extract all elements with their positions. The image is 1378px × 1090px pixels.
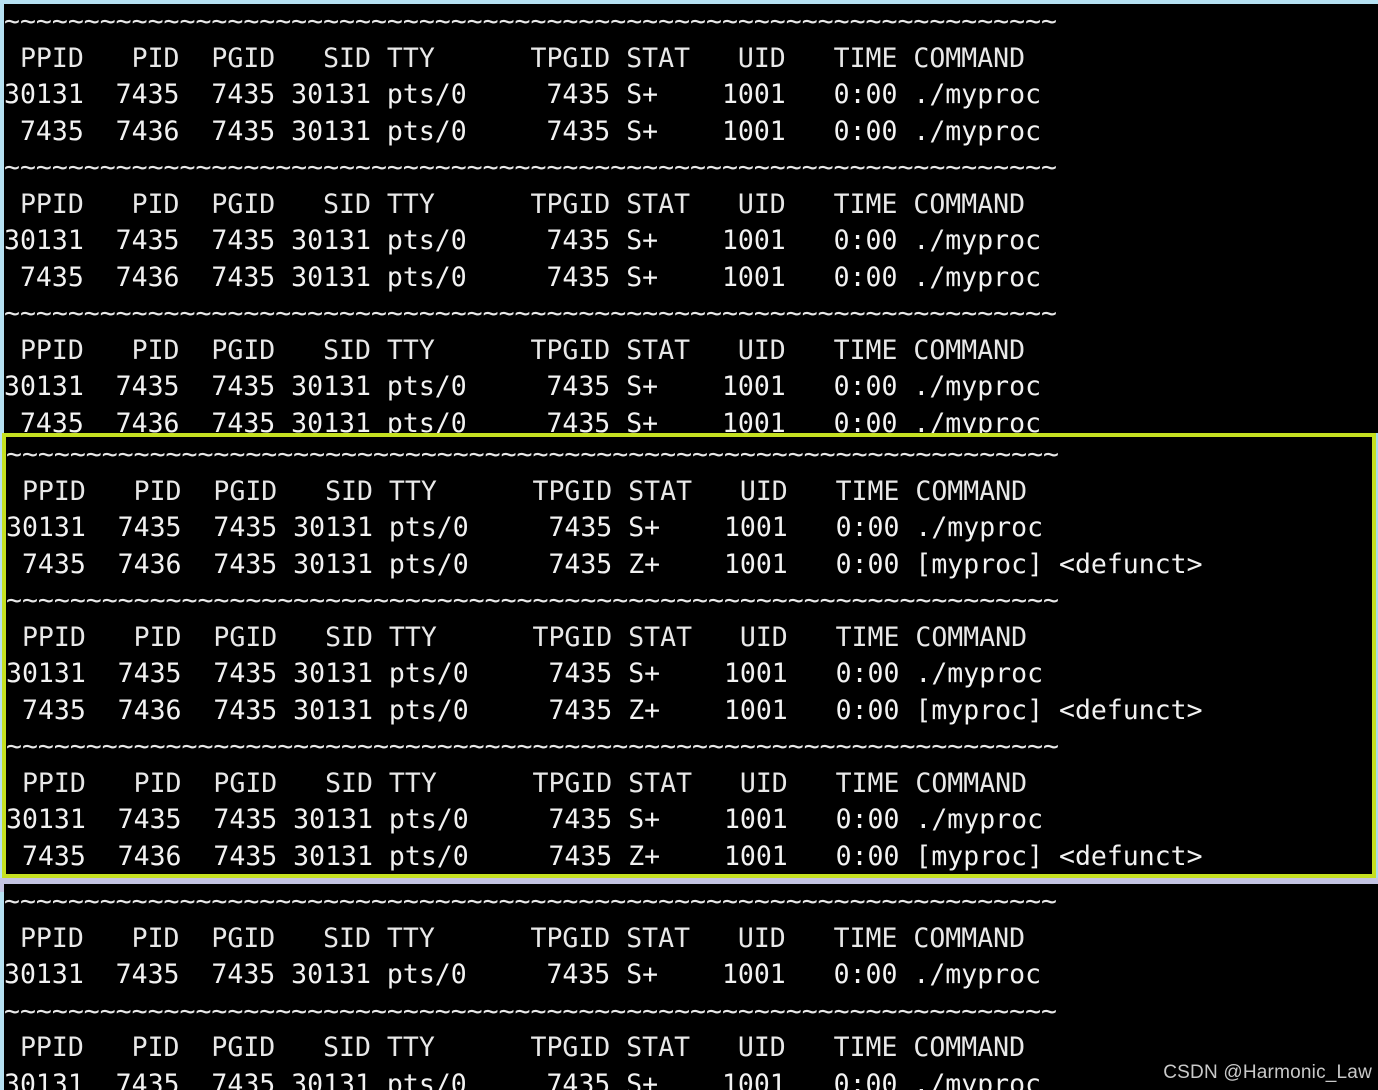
- ps-process-row: 7435 7436 7435 30131 pts/0 7435 Z+ 1001 …: [6, 548, 1203, 580]
- ps-process-row: 30131 7435 7435 30131 pts/0 7435 S+ 1001…: [4, 371, 1042, 402]
- ps-header-line: PPID PID PGID SID TTY TPGID STAT UID TIM…: [4, 922, 1026, 954]
- ps-header-line: PPID PID PGID SID TTY TPGID STAT UID TIM…: [6, 475, 1028, 507]
- separator-line: ~~~~~~~~~~~~~~~~~~~~~~~~~~~~~~~~~~~~~~~~…: [6, 439, 1059, 470]
- ps-header-line: PPID PID PGID SID TTY TPGID STAT UID TIM…: [6, 767, 1028, 799]
- ps-process-row: 30131 7435 7435 30131 pts/0 7435 S+ 1001…: [4, 225, 1042, 256]
- ps-process-row: 7435 7436 7435 30131 pts/0 7435 S+ 1001 …: [4, 407, 1042, 434]
- ps-header-line: PPID PID PGID SID TTY TPGID STAT UID TIM…: [4, 42, 1026, 74]
- ps-process-row: 7435 7436 7435 30131 pts/0 7435 Z+ 1001 …: [6, 694, 1203, 726]
- ps-process-row: 30131 7435 7435 30131 pts/0 7435 S+ 1001…: [4, 79, 1042, 110]
- separator-line: ~~~~~~~~~~~~~~~~~~~~~~~~~~~~~~~~~~~~~~~~…: [4, 298, 1057, 329]
- ps-header-line: PPID PID PGID SID TTY TPGID STAT UID TIM…: [6, 621, 1028, 653]
- terminal-output-region-zombie[interactable]: ~~~~~~~~~~~~~~~~~~~~~~~~~~~~~~~~~~~~~~~~…: [6, 437, 1372, 874]
- ps-process-row: 7435 7436 7435 30131 pts/0 7435 S+ 1001 …: [4, 115, 1042, 147]
- ps-process-row: 7435 7436 7435 30131 pts/0 7435 Z+ 1001 …: [6, 840, 1203, 872]
- screenshot-root: ~~~~~~~~~~~~~~~~~~~~~~~~~~~~~~~~~~~~~~~~…: [0, 0, 1378, 1090]
- csdn-watermark: CSDN @Harmonic_Law: [1163, 1062, 1372, 1083]
- ps-process-row: 30131 7435 7435 30131 pts/0 7435 S+ 1001…: [6, 658, 1044, 689]
- ps-process-row: 7435 7436 7435 30131 pts/0 7435 S+ 1001 …: [4, 261, 1042, 293]
- separator-line: ~~~~~~~~~~~~~~~~~~~~~~~~~~~~~~~~~~~~~~~~…: [4, 995, 1057, 1027]
- separator-line: ~~~~~~~~~~~~~~~~~~~~~~~~~~~~~~~~~~~~~~~~…: [6, 731, 1059, 762]
- ps-process-row: 30131 7435 7435 30131 pts/0 7435 S+ 1001…: [4, 959, 1042, 990]
- ps-header-line: PPID PID PGID SID TTY TPGID STAT UID TIM…: [4, 334, 1026, 366]
- separator-line: ~~~~~~~~~~~~~~~~~~~~~~~~~~~~~~~~~~~~~~~~…: [6, 585, 1059, 616]
- separator-line: ~~~~~~~~~~~~~~~~~~~~~~~~~~~~~~~~~~~~~~~~…: [4, 152, 1057, 183]
- ps-process-row: 30131 7435 7435 30131 pts/0 7435 S+ 1001…: [6, 512, 1044, 543]
- terminal-output-region-bottom[interactable]: ~~~~~~~~~~~~~~~~~~~~~~~~~~~~~~~~~~~~~~~~…: [4, 884, 1378, 1090]
- terminal-output-region-top[interactable]: ~~~~~~~~~~~~~~~~~~~~~~~~~~~~~~~~~~~~~~~~…: [4, 4, 1378, 433]
- separator-line: ~~~~~~~~~~~~~~~~~~~~~~~~~~~~~~~~~~~~~~~~…: [4, 6, 1057, 37]
- separator-line: ~~~~~~~~~~~~~~~~~~~~~~~~~~~~~~~~~~~~~~~~…: [4, 886, 1057, 917]
- ps-process-row: 30131 7435 7435 30131 pts/0 7435 S+ 1001…: [6, 804, 1044, 835]
- ps-header-line: PPID PID PGID SID TTY TPGID STAT UID TIM…: [4, 188, 1026, 220]
- zombie-highlight-box: ~~~~~~~~~~~~~~~~~~~~~~~~~~~~~~~~~~~~~~~~…: [2, 433, 1376, 878]
